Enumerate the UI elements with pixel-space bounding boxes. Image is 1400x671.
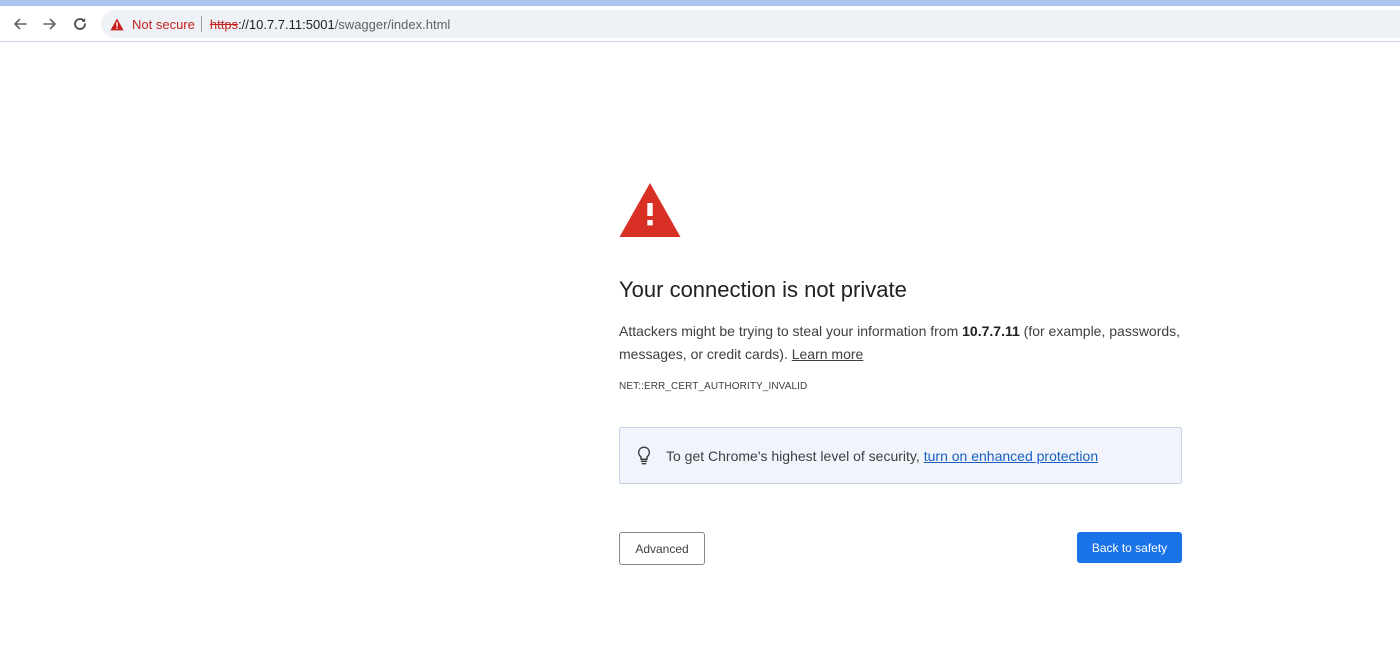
url-host: ://10.7.7.11:5001	[238, 16, 335, 32]
warning-triangle-icon	[619, 183, 681, 237]
site-host: 10.7.7.11	[962, 323, 1020, 339]
browser-toolbar: Not secure https://10.7.7.11:5001/swagge…	[0, 6, 1400, 42]
page-title: Your connection is not private	[619, 277, 907, 302]
address-bar[interactable]: Not secure https://10.7.7.11:5001/swagge…	[101, 10, 1400, 38]
security-indicator[interactable]: Not secure	[101, 10, 201, 38]
enhanced-protection-banner: To get Chrome's highest level of securit…	[619, 427, 1182, 484]
back-to-safety-button[interactable]: Back to safety	[1077, 532, 1182, 563]
security-label: Not secure	[132, 16, 195, 32]
warning-triangle-icon	[110, 18, 124, 30]
enhanced-protection-text: To get Chrome's highest level of securit…	[666, 447, 920, 464]
reload-button[interactable]	[67, 11, 93, 37]
reload-icon	[74, 18, 86, 30]
forward-button[interactable]	[37, 11, 63, 37]
advanced-button[interactable]: Advanced	[619, 532, 705, 565]
url-text: https://10.7.7.11:5001/swagger/index.htm…	[210, 17, 450, 32]
enhanced-protection-link[interactable]: turn on enhanced protection	[924, 448, 1098, 464]
url-path: /swagger/index.html	[334, 16, 451, 32]
arrow-left-icon	[14, 18, 27, 30]
learn-more-link[interactable]: Learn more	[792, 346, 864, 362]
omnibox-divider	[200, 16, 202, 32]
arrow-right-icon	[43, 18, 56, 30]
message-text-before: Attackers might be trying to steal your …	[619, 323, 963, 339]
error-message: Attackers might be trying to steal your …	[619, 320, 1182, 366]
url-scheme: https	[209, 16, 239, 32]
back-button[interactable]	[7, 11, 33, 37]
error-code: NET::ERR_CERT_AUTHORITY_INVALID	[619, 381, 808, 392]
lightbulb-icon	[637, 446, 651, 465]
